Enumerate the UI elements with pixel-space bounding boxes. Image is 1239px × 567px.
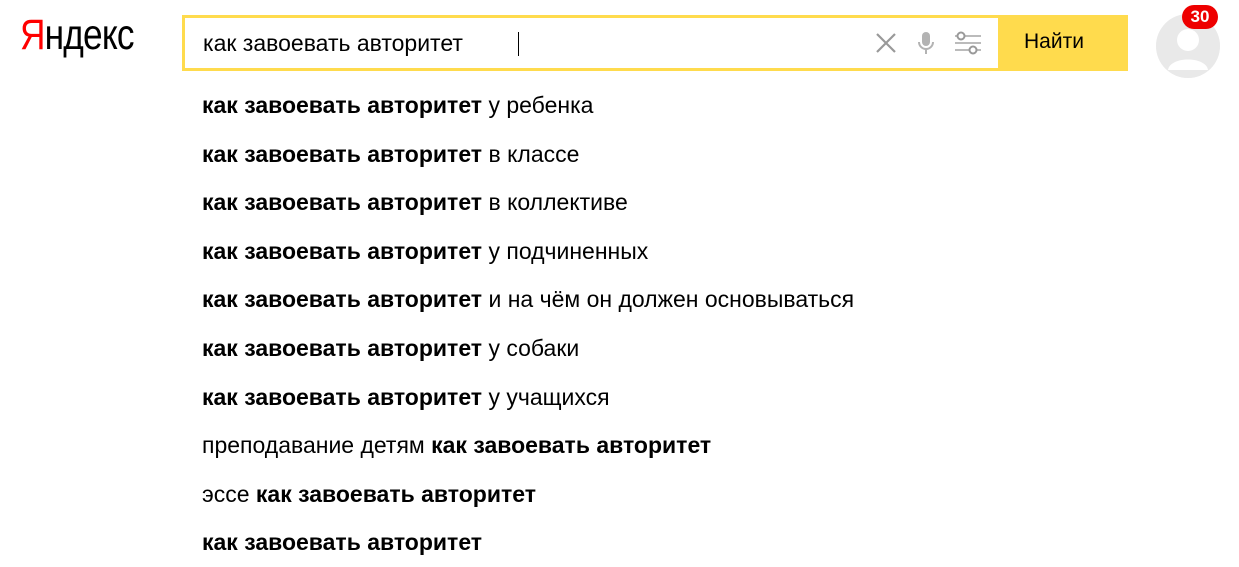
suggestion-suffix: и на чём он должен основываться bbox=[482, 286, 855, 313]
search-button-label: Найти bbox=[1024, 30, 1084, 53]
suggestion-suffix: в классе bbox=[482, 140, 580, 167]
suggestion-suffix: в коллективе bbox=[482, 189, 628, 216]
suggestion-match: как завоевать авторитет bbox=[202, 383, 483, 410]
suggestion-match: как завоевать авторитет bbox=[202, 529, 483, 556]
suggestion-match: как завоевать авторитет bbox=[202, 140, 483, 167]
text-caret bbox=[518, 32, 519, 56]
suggestion-match: как завоевать авторитет bbox=[431, 432, 712, 459]
suggestion-suffix: у собаки bbox=[482, 334, 580, 361]
suggestion-suffix: у подчиненных bbox=[482, 237, 649, 264]
suggestion-item[interactable]: как завоевать авторитет и на чём он долж… bbox=[202, 275, 854, 324]
suggestion-suffix: у ребенка bbox=[482, 92, 594, 118]
logo-rest: ндекс bbox=[44, 11, 135, 59]
suggestion-item[interactable]: эссе как завоевать авторитет bbox=[202, 470, 854, 519]
search-box bbox=[182, 15, 1001, 71]
search-button[interactable]: Найти bbox=[998, 15, 1128, 71]
suggestion-match: как завоевать авторитет bbox=[202, 237, 483, 264]
search-button-arrow bbox=[1111, 15, 1128, 71]
suggestion-item[interactable]: как завоевать авторитет в коллективе bbox=[202, 178, 854, 227]
suggestion-item[interactable]: как завоевать авторитет у подчиненных bbox=[202, 227, 854, 276]
suggestion-prefix: преподавание детям bbox=[202, 432, 432, 459]
settings-sliders-icon[interactable] bbox=[953, 30, 981, 56]
clear-icon[interactable] bbox=[873, 30, 899, 56]
suggestion-match: как завоевать авторитет bbox=[255, 480, 536, 507]
suggestion-match: как завоевать авторитет bbox=[202, 334, 483, 361]
search-input[interactable] bbox=[203, 18, 843, 68]
suggestion-match: как завоевать авторитет bbox=[202, 92, 483, 118]
suggestion-suffix: у учащихся bbox=[482, 383, 610, 410]
yandex-logo[interactable]: Яндекс bbox=[20, 14, 134, 57]
suggestions-list: как завоевать авторитет у ребенка как зав… bbox=[202, 81, 854, 567]
suggestion-item[interactable]: преподавание детям как завоевать авторит… bbox=[202, 421, 854, 470]
suggestion-item[interactable]: как завоевать авторитет у ребенка bbox=[202, 81, 854, 130]
search-form: Найти bbox=[182, 15, 1128, 71]
suggestion-match: как завоевать авторитет bbox=[202, 286, 483, 313]
suggestion-prefix: эссе bbox=[202, 480, 256, 507]
suggestion-item[interactable]: как завоевать авторитет у собаки bbox=[202, 324, 854, 373]
suggestion-item[interactable]: как завоевать авторитет у учащихся bbox=[202, 373, 854, 422]
suggestion-match: как завоевать авторитет bbox=[202, 189, 483, 216]
microphone-icon[interactable] bbox=[913, 30, 939, 56]
logo-first-letter: Я bbox=[20, 11, 45, 59]
suggestion-item[interactable]: как завоевать авторитет в классе bbox=[202, 130, 854, 179]
notification-badge[interactable]: 30 bbox=[1182, 5, 1218, 29]
suggestion-item[interactable]: как завоевать авторитет bbox=[202, 518, 854, 567]
